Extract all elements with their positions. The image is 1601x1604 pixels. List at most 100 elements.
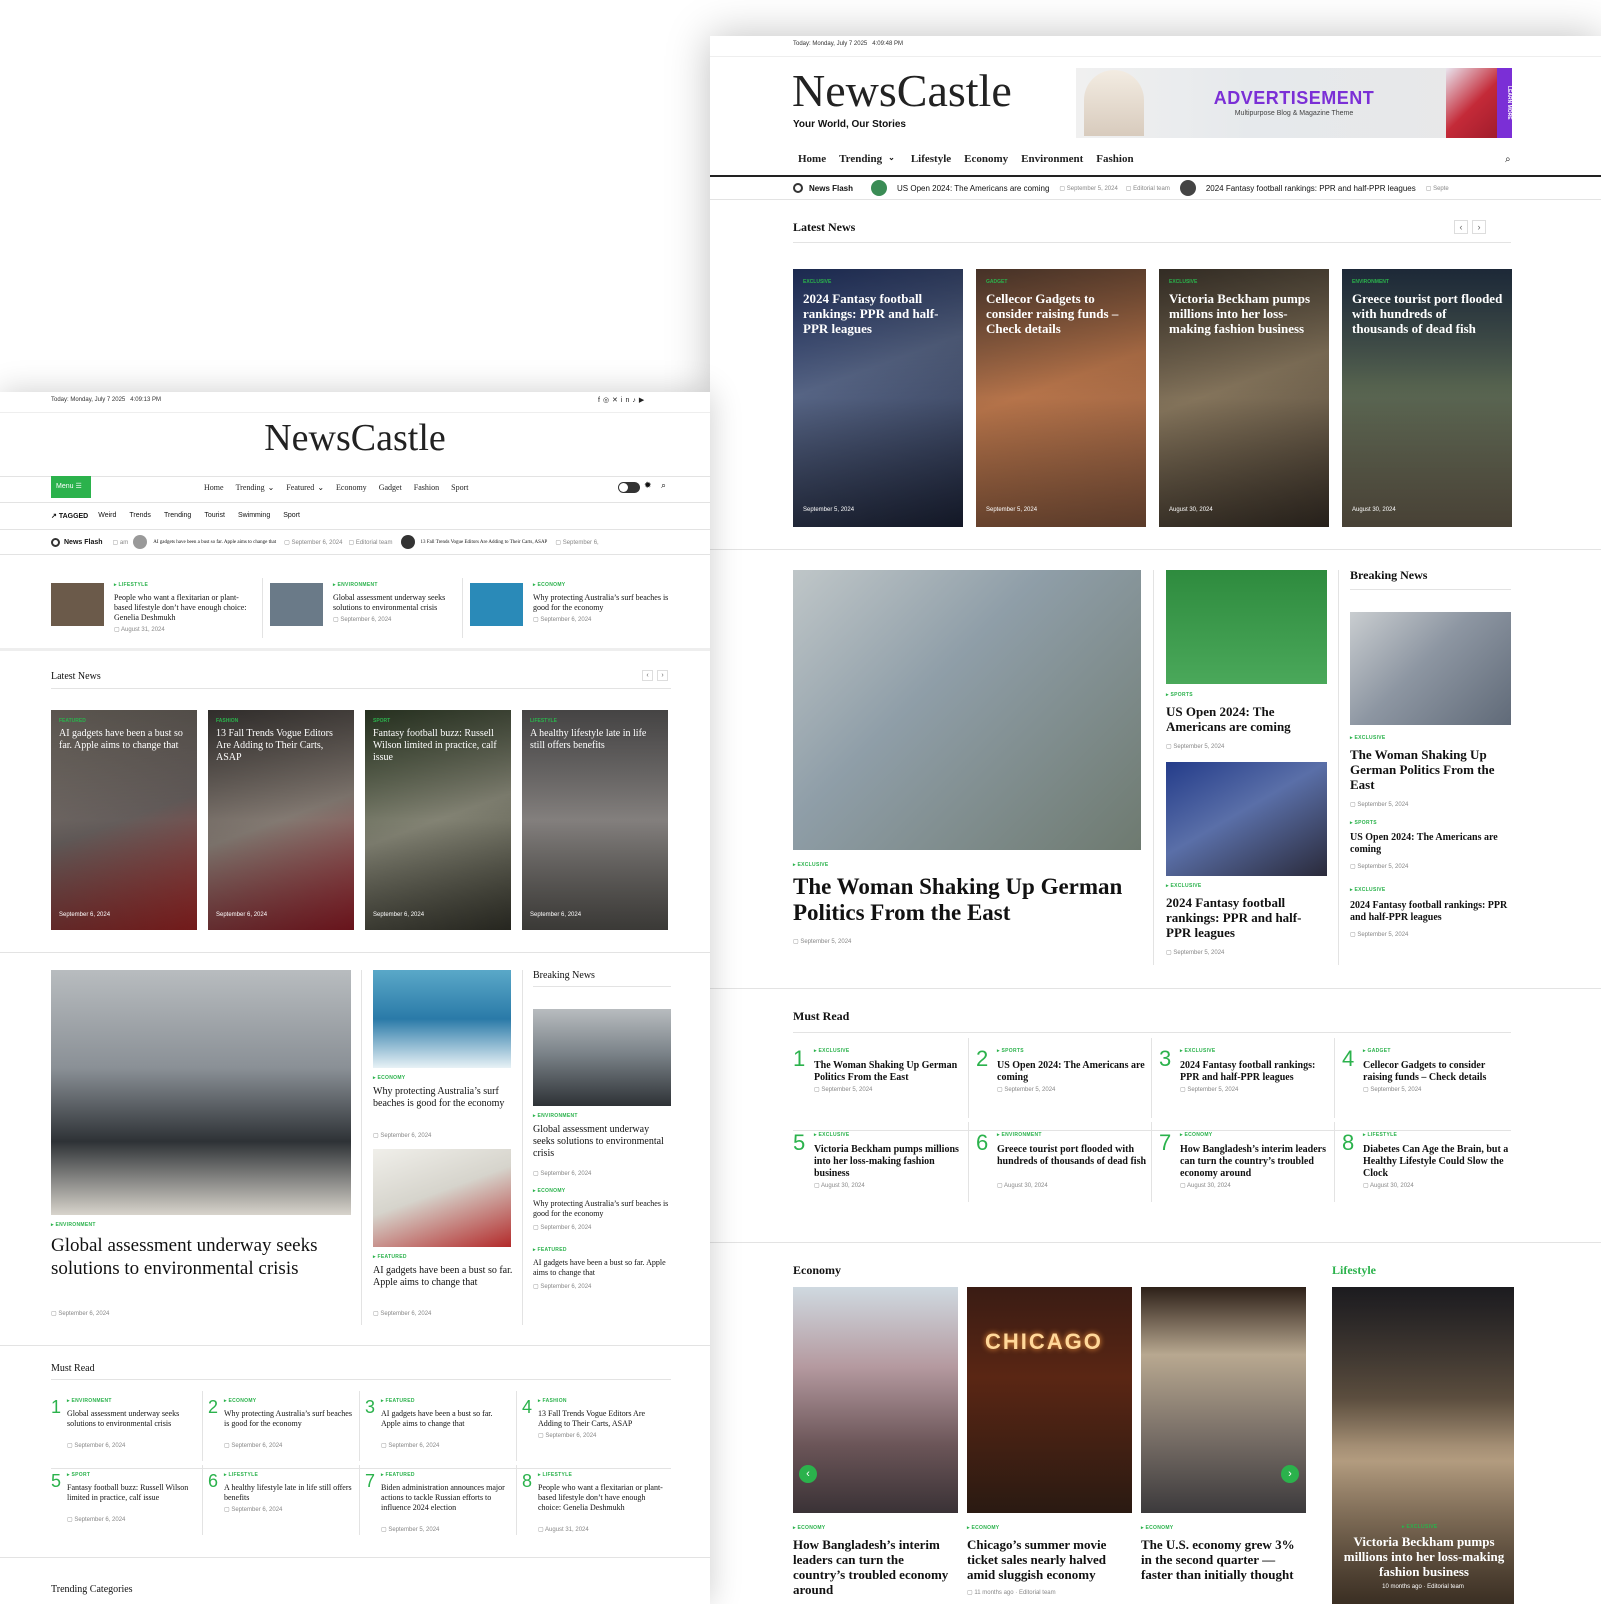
mustread-title[interactable]: Global assessment underway seeks solutio… [67, 1409, 195, 1429]
breaking-image[interactable] [533, 1009, 671, 1106]
tag-link[interactable]: Tourist [204, 512, 225, 520]
economy-title[interactable]: The U.S. economy grew 3% in the second q… [1141, 1537, 1306, 1582]
ticker-item-title[interactable]: AI gadgets have been a bust so far. Appl… [153, 540, 276, 545]
card-category[interactable]: EXCLUSIVE [1169, 279, 1197, 285]
economy-category[interactable]: ECONOMY [793, 1525, 826, 1531]
feature-title[interactable]: The Woman Shaking Up German Politics Fro… [793, 874, 1143, 926]
card-title[interactable]: Cellecor Gadgets to consider raising fun… [986, 291, 1138, 336]
feature-category[interactable]: EXCLUSIVE [793, 862, 829, 868]
mid-title[interactable]: US Open 2024: The Americans are coming [1166, 704, 1326, 734]
prev-arrow-icon[interactable]: ‹ [642, 670, 653, 681]
prev-arrow-icon[interactable]: ‹ [1454, 220, 1468, 234]
strip-title[interactable]: Global assessment underway seeks solutio… [333, 593, 473, 613]
mustread-title[interactable]: A healthy lifestyle late in life still o… [224, 1483, 352, 1503]
feature-image[interactable] [51, 970, 351, 1215]
next-arrow-icon[interactable]: › [657, 670, 668, 681]
mustread-title[interactable]: The Woman Shaking Up German Politics Fro… [814, 1060, 964, 1084]
card-title[interactable]: Fantasy football buzz: Russell Wilson li… [373, 728, 503, 764]
mid-image[interactable] [373, 970, 511, 1068]
mid-category[interactable]: SPORTS [1166, 692, 1193, 698]
card-category[interactable]: GADGET [986, 279, 1007, 285]
search-icon[interactable]: ⌕ [1505, 154, 1511, 165]
site-logo[interactable]: NewsCastle [0, 416, 710, 460]
strip-category[interactable]: ECONOMY [533, 582, 566, 588]
breaking-title[interactable]: AI gadgets have been a bust so far. Appl… [533, 1258, 673, 1278]
nav-fashion[interactable]: Fashion [414, 483, 439, 492]
mustread-title[interactable]: Why protecting Australia’s surf beaches … [224, 1409, 352, 1429]
mid-category[interactable]: FEATURED [373, 1254, 407, 1260]
breaking-category[interactable]: ECONOMY [533, 1188, 566, 1194]
mustread-title[interactable]: Diabetes Can Age the Brain, but a Health… [1363, 1144, 1513, 1180]
strip-thumb[interactable] [270, 583, 323, 626]
ticker-item-title[interactable]: 2024 Fantasy football rankings: PPR and … [1206, 184, 1416, 193]
advertisement-banner[interactable]: ADVERTISEMENT Multipurpose Blog & Magazi… [1076, 68, 1512, 138]
latest-card[interactable]: ENVIRONMENT Greece tourist port flooded … [1342, 269, 1512, 527]
mid-category[interactable]: EXCLUSIVE [1166, 883, 1202, 889]
economy-title[interactable]: Chicago’s summer movie ticket sales near… [967, 1537, 1132, 1582]
nav-economy[interactable]: Economy [336, 483, 367, 492]
breaking-title[interactable]: The Woman Shaking Up German Politics Fro… [1350, 747, 1511, 792]
economy-image[interactable]: CHICAGO [967, 1287, 1132, 1513]
breaking-category[interactable]: FEATURED [533, 1247, 567, 1253]
mid-title[interactable]: 2024 Fantasy football rankings: PPR and … [1166, 895, 1326, 940]
nav-environment[interactable]: Environment [1021, 153, 1083, 165]
economy-image[interactable]: ‹ [793, 1287, 958, 1513]
social-icons[interactable]: f◎✕in♪▶ [598, 396, 647, 404]
nav-featured[interactable]: Featured [286, 483, 314, 492]
card-category[interactable]: ENVIRONMENT [1352, 279, 1389, 285]
strip-thumb[interactable] [470, 583, 523, 626]
latest-card[interactable]: FASHION 13 Fall Trends Vogue Editors Are … [208, 710, 354, 930]
breaking-category[interactable]: EXCLUSIVE [1350, 887, 1386, 893]
mustread-category[interactable]: SPORTS [997, 1048, 1024, 1054]
breaking-image[interactable] [1350, 612, 1511, 725]
mid-image[interactable] [1166, 762, 1327, 876]
breaking-title[interactable]: US Open 2024: The Americans are coming [1350, 832, 1511, 856]
mustread-category[interactable]: FEATURED [381, 1472, 415, 1478]
strip-category[interactable]: ENVIRONMENT [333, 582, 378, 588]
menu-button[interactable]: Menu ☰ [51, 476, 91, 498]
mustread-title[interactable]: Greece tourist port flooded with hundred… [997, 1144, 1147, 1168]
nav-economy[interactable]: Economy [964, 153, 1008, 165]
breaking-title[interactable]: Global assessment underway seeks solutio… [533, 1124, 673, 1160]
latest-card[interactable]: GADGET Cellecor Gadgets to consider rais… [976, 269, 1146, 527]
economy-title[interactable]: How Bangladesh’s interim leaders can tur… [793, 1537, 958, 1597]
mid-title[interactable]: AI gadgets have been a bust so far. Appl… [373, 1265, 513, 1289]
feature-image[interactable] [793, 570, 1141, 850]
tag-link[interactable]: Sport [283, 512, 300, 520]
dark-mode-toggle[interactable] [618, 482, 640, 493]
mustread-title[interactable]: 13 Fall Trends Vogue Editors Are Adding … [538, 1409, 666, 1429]
card-category[interactable]: EXCLUSIVE [803, 279, 831, 285]
sun-icon[interactable]: ✹ [644, 480, 652, 491]
strip-category[interactable]: LIFESTYLE [114, 582, 148, 588]
search-icon[interactable]: ⌕ [661, 480, 666, 491]
breaking-title[interactable]: 2024 Fantasy football rankings: PPR and … [1350, 900, 1511, 924]
nav-trending[interactable]: Trending [839, 153, 882, 165]
card-title[interactable]: Greece tourist port flooded with hundred… [1352, 291, 1504, 336]
economy-image[interactable]: › [1141, 1287, 1306, 1513]
carousel-next-icon[interactable]: › [1281, 1465, 1299, 1483]
mustread-category[interactable]: EXCLUSIVE [814, 1132, 850, 1138]
lifestyle-card[interactable]: EXCLUSIVE Victoria Beckham pumps million… [1332, 1287, 1514, 1604]
nav-home[interactable]: Home [204, 483, 224, 492]
tag-link[interactable]: Swimming [238, 512, 270, 520]
ticker-item-title[interactable]: US Open 2024: The Americans are coming [897, 184, 1049, 193]
breaking-category[interactable]: SPORTS [1350, 820, 1377, 826]
card-title[interactable]: Victoria Beckham pumps millions into her… [1169, 291, 1321, 336]
mid-title[interactable]: Why protecting Australia’s surf beaches … [373, 1086, 513, 1110]
chevron-down-icon[interactable]: ⌄ [888, 153, 895, 165]
mustread-category[interactable]: ENVIRONMENT [67, 1398, 112, 1404]
carousel-prev-icon[interactable]: ‹ [799, 1465, 817, 1483]
tag-link[interactable]: Weird [98, 512, 116, 520]
card-title[interactable]: 2024 Fantasy football rankings: PPR and … [803, 291, 955, 336]
mid-image[interactable] [1166, 570, 1327, 684]
nav-sport[interactable]: Sport [451, 483, 468, 492]
economy-category[interactable]: ECONOMY [967, 1525, 1000, 1531]
site-logo[interactable]: NewsCastle [792, 64, 1012, 117]
card-title[interactable]: AI gadgets have been a bust so far. Appl… [59, 728, 189, 752]
lifestyle-category[interactable]: EXCLUSIVE [1402, 1524, 1438, 1530]
card-title[interactable]: 13 Fall Trends Vogue Editors Are Adding … [216, 728, 346, 764]
mustread-title[interactable]: How Bangladesh’s interim leaders can tur… [1180, 1144, 1330, 1180]
mustread-title[interactable]: Fantasy football buzz: Russell Wilson li… [67, 1483, 195, 1503]
tag-link[interactable]: Trends [129, 512, 151, 520]
ad-learn-more[interactable]: LEARN MORE [1497, 68, 1512, 138]
